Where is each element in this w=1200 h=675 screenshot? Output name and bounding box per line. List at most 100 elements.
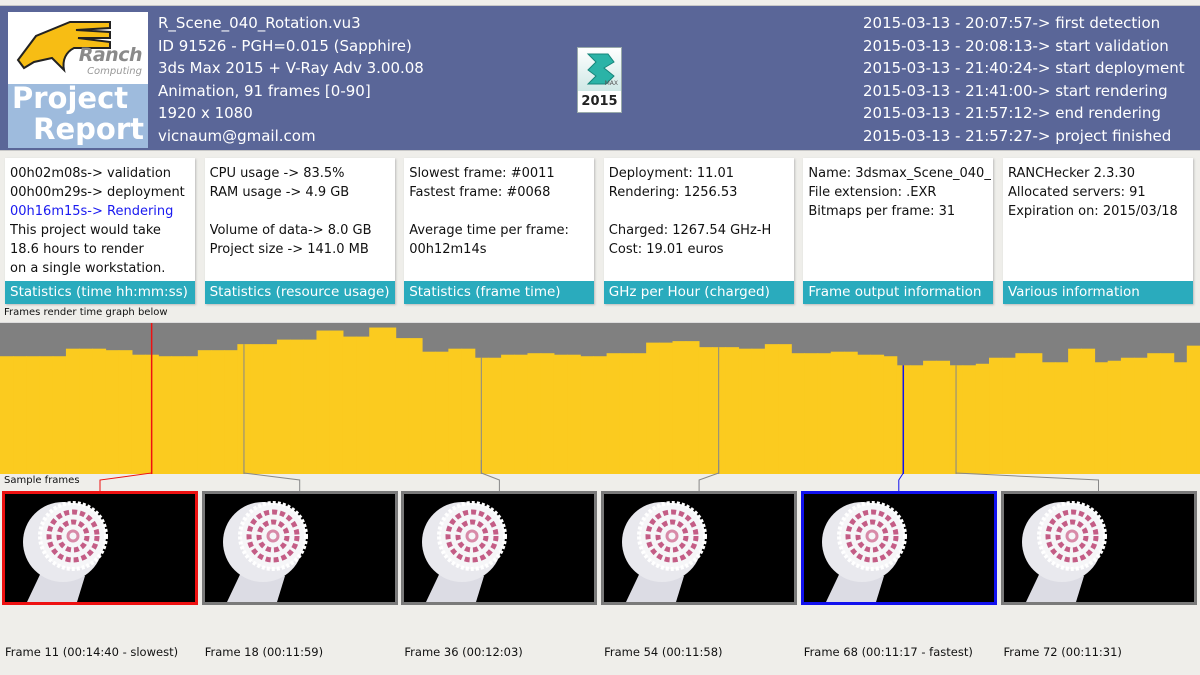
render-time-graph-svg [0,323,1200,474]
sample-frame-label: Frame 68 (00:11:17 - fastest) [803,645,973,659]
stat-card-title: GHz per Hour (charged) [603,281,794,304]
frame-bar [356,336,370,474]
frame-bar [1160,353,1175,474]
project-id: ID 91526 - PGH=0.015 (Sapphire) [158,36,412,55]
brush-render-image [821,501,907,602]
stat-line: CPU usage -> 83.5% [209,166,345,181]
frame-bar [619,353,634,474]
project-report: Ranch Computing Project Report R_Scene_0… [0,0,1200,675]
stat-line: Rendering: 1256.53 [608,185,738,200]
stat-line: Average time per frame: [409,223,569,238]
stat-card-title: Statistics (time hh:mm:ss) [5,281,195,304]
stat-line: 00h00m29s-> deployment [10,185,185,200]
frame-bar [79,348,93,474]
stat-card-frametime: Slowest frame: #0011 Fastest frame: #0068… [404,158,595,304]
graph-caption: Frames render time graph below [4,307,168,318]
stat-line: This project would take [10,223,161,238]
frame-bar [448,348,463,474]
frame-bar [923,360,937,474]
frame-bar [0,356,14,474]
animation-range: Animation, 91 frames [0-90] [158,81,371,100]
stat-line [409,202,593,221]
stat-line: Slowest frame: #0011 [409,166,555,181]
frame-bar [421,351,436,474]
frame-bar [580,356,595,474]
max-tag: MAX [604,80,618,87]
brush-render-image [23,501,108,602]
frame-bar [1041,362,1056,474]
stat-card-body: Name: 3dsmax_Scene_040_ File extension: .… [808,164,992,221]
timeline-project-finished: 2015-03-13 - 21:57:27-> project finished [863,126,1172,145]
timeline-start-deployment: 2015-03-13 - 21:40:24-> start deployment [863,59,1185,78]
frame-bar [870,354,885,474]
frame-bar [909,365,924,474]
stat-card-title: Statistics (frame time) [404,281,595,304]
frame-bar [962,365,977,474]
frame-connector-line [243,460,301,492]
stat-line: Allocated servers: 91 [1008,185,1146,200]
frame-bar [158,356,173,474]
logo-title-line2: Report [33,112,144,146]
logo-brand: Ranch [78,44,143,66]
user-email: vicnaum@gmail.com [158,126,316,145]
sample-frame-thumbnail[interactable] [800,491,997,605]
frame-bar [1134,357,1148,474]
frame-bar [197,350,212,474]
sample-frame-thumbnail[interactable] [201,491,398,605]
brush-render-image [1021,501,1107,602]
frame-bar [843,351,858,474]
stat-line: Fastest frame: #0068 [409,185,551,200]
frame-bar [791,353,805,474]
frame-bar [527,353,542,474]
frame-bar [501,354,515,474]
render-time-graph [0,322,1200,474]
frame-bar [751,348,766,474]
stat-card-ghz: Deployment: 11.01 Rendering: 1256.53 Charg… [603,158,794,304]
frame-bar [632,353,647,474]
sample-frame-thumbnail[interactable] [601,491,798,605]
sample-frame-thumbnail[interactable] [2,491,198,605]
frame-bar [606,353,621,474]
frame-bar [487,357,502,474]
sample-frame-thumbnail[interactable] [401,491,598,605]
frame-bar [316,330,331,474]
frame-bar [553,354,568,474]
sample-frame-label: Frame 72 (00:11:31) [1003,645,1122,659]
3ds-max-icon: MAX 2015 [577,47,622,113]
frame-bar [39,356,54,474]
sample-frame-label: Frame 36 (00:12:03) [404,645,523,659]
stat-card-resource: CPU usage -> 83.5% RAM usage -> 4.9 GB Vol… [204,158,395,304]
frame-bar [1015,353,1030,474]
timeline-end-rendering: 2015-03-13 - 21:57:12-> end rendering [863,104,1161,123]
frame-bar [1081,348,1096,474]
stat-line: Name: 3dsmax_Scene_040_ [808,166,991,181]
stat-line: RANCHecker 2.3.30 [1008,166,1136,181]
frame-bar [817,353,832,474]
frame-bar [764,344,779,474]
stat-card-body: Deployment: 11.01 Rendering: 1256.53 Charg… [609,164,793,259]
stat-line: 00h16m15s-> Rendering [10,204,174,219]
stat-card-body: Slowest frame: #0011 Fastest frame: #0068… [409,164,593,259]
timeline-start-rendering: 2015-03-13 - 21:41:00-> start rendering [863,81,1168,100]
frame-connectors [99,460,1099,492]
stat-line [210,202,394,221]
frame-bar [263,344,278,474]
frame-bar [395,338,410,474]
frame-bar [329,330,344,474]
frame-bar [989,357,1003,474]
sample-frame-thumbnail[interactable] [1000,491,1197,605]
frame-bar [105,350,120,474]
resolution: 1920 x 1080 [158,104,253,123]
stat-line: on a single workstation. [10,261,166,276]
frame-bar [435,351,449,474]
sample-frame-label: Frame 18 (00:11:59) [204,645,324,659]
brush-render-image [422,501,508,602]
scene-name: R_Scene_040_Rotation.vu3 [158,14,361,32]
stat-card-output: Name: 3dsmax_Scene_040_ File extension: .… [803,158,994,304]
stat-line: 00h12m14s [409,242,487,257]
logo-top: Ranch Computing [8,12,148,84]
logo-title-line1: Project [12,81,129,115]
frame-bar [290,339,304,474]
frame-bar [276,339,291,474]
frame-bar [1054,362,1069,474]
